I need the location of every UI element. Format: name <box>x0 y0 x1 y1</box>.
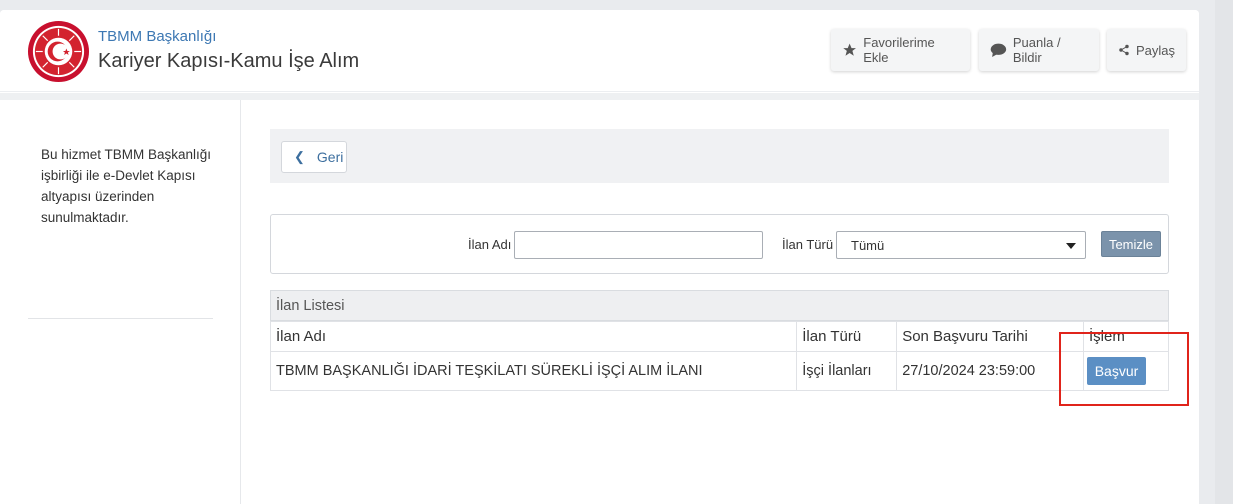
list-title: İlan Listesi <box>270 290 1169 321</box>
chevron-left-icon: ❮ <box>294 149 305 164</box>
add-favorites-label: Favorilerime Ekle <box>863 35 935 65</box>
action-cell: Başvur <box>1083 351 1169 391</box>
back-button[interactable]: ❮ Geri <box>281 141 347 173</box>
ilan-turu-select[interactable]: Tümü <box>836 231 1086 259</box>
header-divider <box>0 93 1199 100</box>
window-edge <box>1215 0 1233 504</box>
table-header-row: İlan Adı İlan Türü Son Başvuru Tarihi İş… <box>269 321 1169 352</box>
service-info-text: Bu hizmet TBMM Başkanlığı işbirliği ile … <box>41 147 212 225</box>
column-header: İlan Adı <box>269 321 798 352</box>
star-icon <box>843 43 856 56</box>
column-header: İlan Türü <box>796 321 898 352</box>
share-icon <box>1119 44 1129 56</box>
clear-button[interactable]: Temizle <box>1101 231 1161 257</box>
ad-name-cell: TBMM BAŞKANLIĞI İDARİ TEŞKİLATI SÜREKLİ … <box>269 351 798 391</box>
ilan-turu-selected: Tümü <box>851 237 885 253</box>
share-button[interactable]: Paylaş <box>1107 29 1186 71</box>
ilan-adi-label: İlan Adı <box>468 237 512 252</box>
tbmm-logo-icon <box>27 20 90 83</box>
add-favorites-button[interactable]: Favorilerime Ekle <box>831 29 970 71</box>
back-label: Geri <box>316 149 344 165</box>
ilan-turu-label: İlan Türü <box>782 237 834 252</box>
ads-table: İlan Adı İlan Türü Son Başvuru Tarihi İş… <box>269 321 1169 391</box>
ilan-adi-input[interactable] <box>514 231 763 259</box>
org-link[interactable]: TBMM Başkanlığı <box>98 28 216 45</box>
back-bar <box>270 129 1169 183</box>
page-header: TBMM Başkanlığı Kariyer Kapısı-Kamu İşe … <box>0 10 1199 92</box>
rate-report-button[interactable]: Puanla / Bildir <box>979 29 1099 71</box>
column-header: İşlem <box>1083 321 1169 352</box>
rate-report-label: Puanla / Bildir <box>1012 35 1061 65</box>
caret-down-icon <box>1066 243 1076 249</box>
sidebar-divider <box>28 318 213 319</box>
share-label: Paylaş <box>1135 42 1175 58</box>
table-row: TBMM BAŞKANLIĞI İDARİ TEŞKİLATI SÜREKLİ … <box>269 351 1169 391</box>
deadline-cell: 27/10/2024 23:59:00 <box>896 351 1084 391</box>
page-title: Kariyer Kapısı-Kamu İşe Alım <box>98 50 360 72</box>
chat-bubble-icon <box>990 43 1007 58</box>
column-header: Son Başvuru Tarihi <box>896 321 1084 352</box>
ad-type-cell: İşçi İlanları <box>796 351 898 391</box>
sidebar: Bu hizmet TBMM Başkanlığı işbirliği ile … <box>0 100 240 504</box>
apply-button[interactable]: Başvur <box>1087 357 1146 385</box>
